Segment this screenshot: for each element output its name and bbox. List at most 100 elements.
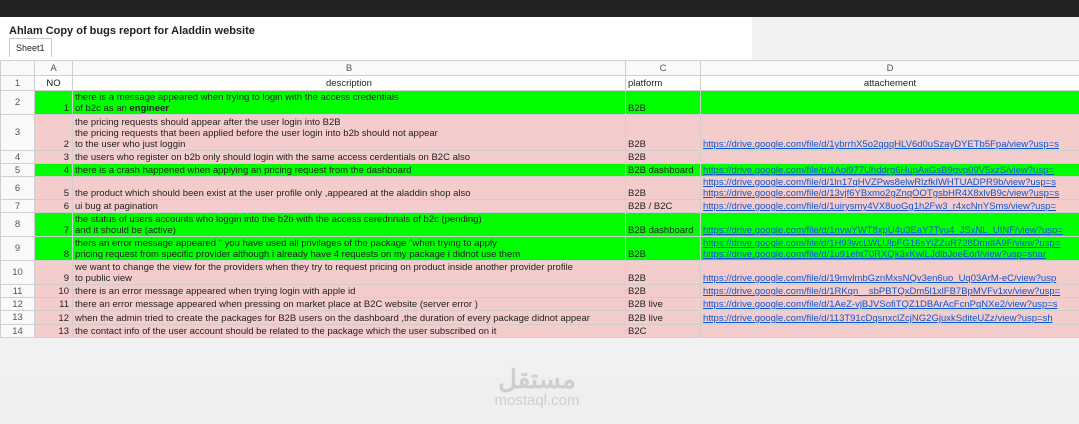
cell-no[interactable]: 12	[34, 310, 73, 325]
cell-platform[interactable]: B2B / B2C	[625, 199, 701, 213]
cell-no[interactable]: 9	[34, 260, 73, 285]
attachment-link[interactable]: https://drive.google.com/file/d/1nvwYWT8…	[703, 225, 1077, 236]
row-number[interactable]: 9	[0, 236, 35, 261]
cell-platform[interactable]: B2B	[625, 114, 701, 151]
cell-platform[interactable]: B2B	[625, 90, 701, 115]
cell-description[interactable]: there an error message appeared when pre…	[72, 297, 626, 311]
row-number[interactable]: 8	[0, 212, 35, 237]
attachment-link[interactable]: https://drive.google.com/file/d/113T91cD…	[703, 313, 1077, 324]
select-all-corner[interactable]	[0, 60, 35, 76]
cell-platform[interactable]: B2B dashboard	[625, 212, 701, 237]
cell-description[interactable]: there is an error message appeared when …	[72, 284, 626, 298]
cell-description[interactable]: there is a crash happened when applying …	[72, 163, 626, 177]
attachment-link[interactable]: https://drive.google.com/file/d/1RKqn__s…	[703, 286, 1077, 297]
cell-platform[interactable]: B2B	[625, 260, 701, 285]
header-description[interactable]: description	[72, 75, 626, 91]
cell-platform[interactable]: B2B dashboard	[625, 163, 701, 177]
attachment-link[interactable]: https://drive.google.com/file/d/13vjf6YB…	[703, 188, 1077, 199]
column-header-b[interactable]: B	[72, 60, 626, 76]
row-number[interactable]: 2	[0, 90, 35, 115]
cell-description[interactable]: thers an error message appeared " you ha…	[72, 236, 626, 261]
watermark: مستقل mostaql.com	[482, 366, 592, 409]
table-header-row: 1 NO description platform attachement	[0, 75, 1079, 91]
cell-attachment[interactable]	[700, 90, 1079, 115]
header-attachment[interactable]: attachement	[700, 75, 1079, 91]
cell-attachment[interactable]: https://drive.google.com/file/d/1ln17qHV…	[700, 176, 1079, 200]
column-header-c[interactable]: C	[625, 60, 701, 76]
header-platform[interactable]: platform	[625, 75, 701, 91]
cell-description[interactable]: the pricing requests should appear after…	[72, 114, 626, 151]
attachment-link[interactable]: https://drive.google.com/file/d/1AeZ-vjB…	[703, 299, 1077, 310]
column-header-a[interactable]: A	[34, 60, 73, 76]
table-row: 2 1 there is a message appeared when tryin…	[0, 90, 1079, 115]
cell-platform[interactable]: B2B live	[625, 297, 701, 311]
row-number[interactable]: 14	[0, 324, 35, 338]
cell-no[interactable]: 5	[34, 176, 73, 200]
row-number[interactable]: 3	[0, 114, 35, 151]
table-row: 3 2 the pricing requests should appear aft…	[0, 114, 1079, 151]
cell-no[interactable]: 7	[34, 212, 73, 237]
description-line: to public view	[75, 273, 133, 284]
cell-description[interactable]: there is a message appeared when trying …	[72, 90, 626, 115]
attachment-link[interactable]: https://drive.google.com/file/d/1H93wcLW…	[703, 238, 1077, 249]
row-number[interactable]: 13	[0, 310, 35, 325]
cell-attachment[interactable]	[700, 324, 1079, 338]
attachment-link[interactable]: https://drive.google.com/file/d/1u91eht7…	[703, 249, 1077, 260]
table-row: 9 8 thers an error message appeared " you …	[0, 236, 1079, 261]
cell-attachment[interactable]: https://drive.google.com/file/d/1uirysmy…	[700, 199, 1079, 213]
cell-description[interactable]: the product which should been exist at t…	[72, 176, 626, 200]
column-header-d[interactable]: D	[700, 60, 1079, 76]
cell-no[interactable]: 8	[34, 236, 73, 261]
table-row: 6 5 the product which should been exist at…	[0, 176, 1079, 200]
row-number[interactable]: 12	[0, 297, 35, 311]
attachment-link[interactable]: https://drive.google.com/file/d/1uirysmy…	[703, 201, 1077, 212]
cell-no[interactable]: 13	[34, 324, 73, 338]
cell-description[interactable]: when the admin tried to create the packa…	[72, 310, 626, 325]
document-title: Ahlam Copy of bugs report for Aladdin we…	[9, 25, 255, 37]
description-line: the contact info of the user account sho…	[75, 326, 497, 337]
row-number[interactable]: 6	[0, 176, 35, 200]
row-number[interactable]: 10	[0, 260, 35, 285]
cell-attachment[interactable]: https://drive.google.com/file/d/1RKqn__s…	[700, 284, 1079, 298]
cell-attachment[interactable]: https://drive.google.com/file/d/1H93wcLW…	[700, 236, 1079, 261]
cell-attachment[interactable]: https://drive.google.com/file/d/19mvlmbG…	[700, 260, 1079, 285]
cell-platform[interactable]: B2C	[625, 324, 701, 338]
row-number[interactable]: 5	[0, 163, 35, 177]
cell-description[interactable]: ui bug at pagination	[72, 199, 626, 213]
attachment-link[interactable]: https://drive.google.com/file/d/19mvlmbG…	[703, 273, 1077, 284]
cell-platform[interactable]: B2B	[625, 150, 701, 164]
cell-no[interactable]: 1	[34, 90, 73, 115]
row-number[interactable]: 11	[0, 284, 35, 298]
cell-platform[interactable]: B2B live	[625, 310, 701, 325]
cell-attachment[interactable]: https://drive.google.com/file/d/1nvwYWT8…	[700, 212, 1079, 237]
cell-no[interactable]: 4	[34, 163, 73, 177]
cell-attachment[interactable]: https://drive.google.com/file/d/1Aol977U…	[700, 163, 1079, 177]
cell-no[interactable]: 3	[34, 150, 73, 164]
cell-attachment[interactable]: https://drive.google.com/file/d/113T91cD…	[700, 310, 1079, 325]
cell-platform[interactable]: B2B	[625, 236, 701, 261]
cell-description[interactable]: we want to change the view for the provi…	[72, 260, 626, 285]
cell-attachment[interactable]	[700, 150, 1079, 164]
tab-sheet1[interactable]: Sheet1	[9, 38, 52, 57]
cell-no[interactable]: 10	[34, 284, 73, 298]
description-line: pricing request from specific provider a…	[75, 249, 521, 260]
cell-description[interactable]: the status of users accounts who loggin …	[72, 212, 626, 237]
cell-platform[interactable]: B2B	[625, 284, 701, 298]
table-row: 5 4 there is a crash happened when applyin…	[0, 163, 1079, 177]
cell-attachment[interactable]: https://drive.google.com/file/d/1ybrrhX5…	[700, 114, 1079, 151]
cell-no[interactable]: 2	[34, 114, 73, 151]
row-number[interactable]: 7	[0, 199, 35, 213]
cell-platform[interactable]: B2B	[625, 176, 701, 200]
attachment-link[interactable]: https://drive.google.com/file/d/1ln17qHV…	[703, 178, 1077, 189]
attachment-link[interactable]: https://drive.google.com/file/d/1Aol977U…	[703, 165, 1077, 176]
cell-description[interactable]: the contact info of the user account sho…	[72, 324, 626, 338]
row-number[interactable]: 1	[0, 75, 35, 91]
attachment-link[interactable]: https://drive.google.com/file/d/1ybrrhX5…	[703, 139, 1077, 150]
cell-no[interactable]: 6	[34, 199, 73, 213]
cell-description[interactable]: the users who register on b2b only shoul…	[72, 150, 626, 164]
watermark-latin: mostaql.com	[494, 392, 580, 409]
header-no[interactable]: NO	[34, 75, 73, 91]
cell-no[interactable]: 11	[34, 297, 73, 311]
cell-attachment[interactable]: https://drive.google.com/file/d/1AeZ-vjB…	[700, 297, 1079, 311]
row-number[interactable]: 4	[0, 150, 35, 164]
